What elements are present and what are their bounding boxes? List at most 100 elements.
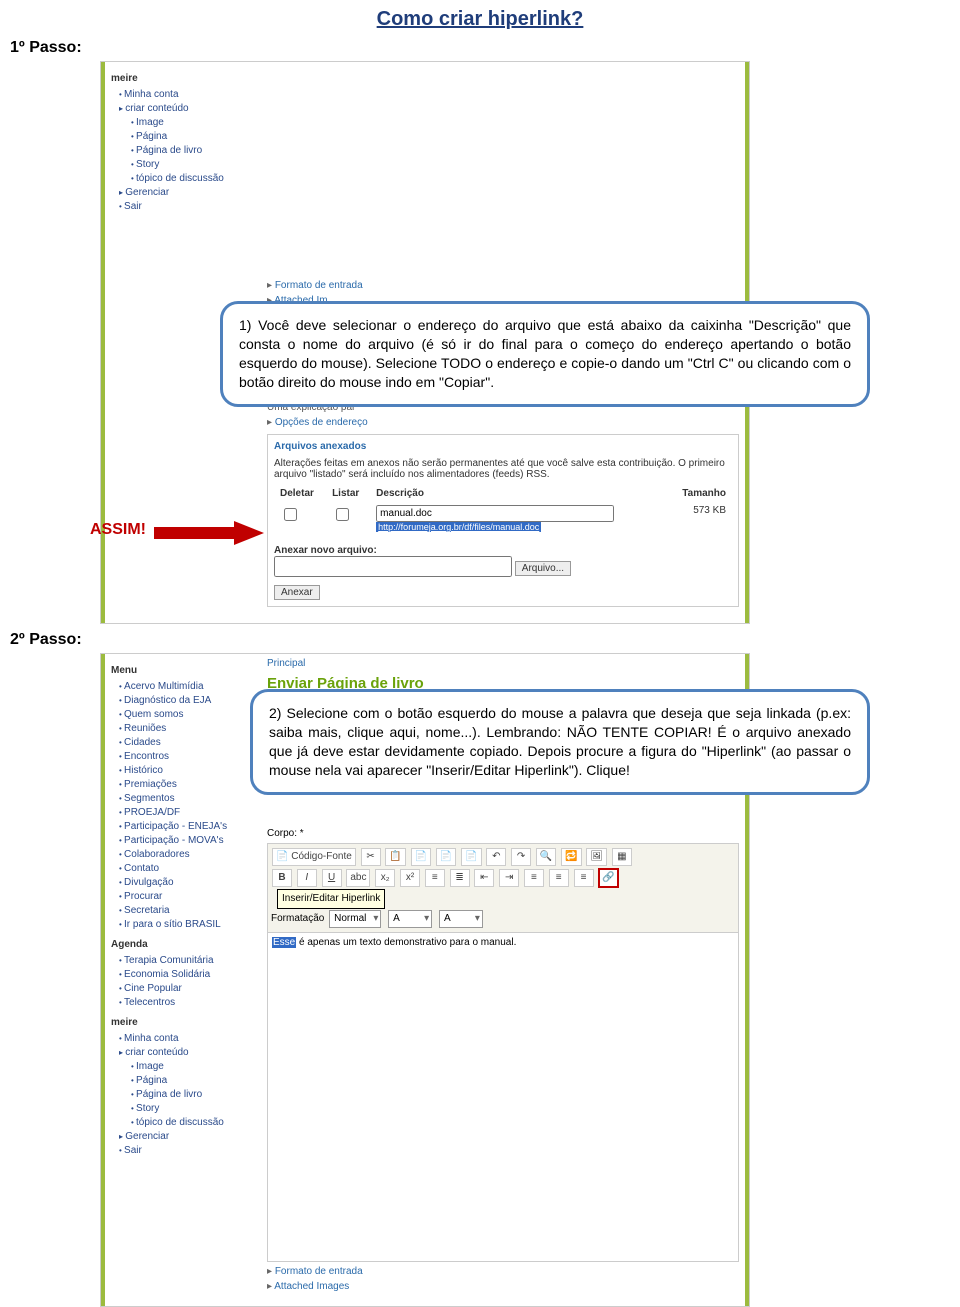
sidebar-item[interactable]: Acervo Multimídia xyxy=(119,680,261,694)
file-url-selected[interactable]: http://forumeja.org.br/df/files/manual.d… xyxy=(376,522,541,532)
sidebar-item[interactable]: Gerenciar xyxy=(119,186,261,200)
paste-icon[interactable]: 📄 xyxy=(411,848,431,866)
browse-button[interactable]: Arquivo... xyxy=(515,561,571,576)
sidebar-item[interactable]: Secretaria xyxy=(119,904,261,918)
list-checkbox[interactable] xyxy=(336,508,349,521)
th-desc: Descrição xyxy=(372,486,666,501)
sidebar-item[interactable]: Gerenciar xyxy=(119,1130,261,1144)
bold-icon[interactable]: B xyxy=(272,869,292,887)
sidebar-item[interactable]: Quem somos xyxy=(119,708,261,722)
sidebar-item[interactable]: tópico de discussão xyxy=(119,172,261,186)
indent-icon[interactable]: ⇥ xyxy=(499,869,519,887)
breadcrumb[interactable]: Principal xyxy=(267,658,739,669)
file-size: 573 KB xyxy=(668,503,730,535)
table-row: http://forumeja.org.br/df/files/manual.d… xyxy=(276,503,730,535)
sidebar-item[interactable]: Página xyxy=(119,1074,261,1088)
sidebar-item[interactable]: Image xyxy=(119,116,261,130)
sidebar-user: meire xyxy=(111,1016,261,1030)
sidebar-item[interactable]: Participação - ENEJA's xyxy=(119,820,261,834)
sidebar-item[interactable]: Página xyxy=(119,130,261,144)
step1-screenshot: meire Minha conta criar conteúdo Image P… xyxy=(100,61,750,621)
bg-color-select[interactable]: A xyxy=(439,910,483,928)
align-center-icon[interactable]: ≡ xyxy=(549,869,569,887)
redo-icon[interactable]: ↷ xyxy=(511,848,531,866)
sidebar-item[interactable]: Story xyxy=(119,1102,261,1116)
page-title: Como criar hiperlink? xyxy=(0,0,960,31)
desc-input[interactable] xyxy=(376,505,614,522)
cut-icon[interactable]: ✂ xyxy=(361,848,381,866)
delete-checkbox[interactable] xyxy=(284,508,297,521)
red-arrow-icon xyxy=(154,521,264,545)
sidebar-item[interactable]: criar conteúdo xyxy=(119,1046,261,1060)
sidebar-item[interactable]: Sair xyxy=(119,1144,261,1158)
sidebar-item[interactable]: Sair xyxy=(119,200,261,214)
editor-toolbar: 📄 Código-Fonte ✂ 📋 📄 📄 📄 ↶ ↷ 🔍 🔁 🖼 ▦ xyxy=(267,843,739,933)
italic-icon[interactable]: I xyxy=(297,869,317,887)
ul-icon[interactable]: ≣ xyxy=(450,869,470,887)
collapse-formato2[interactable]: Formato de entrada xyxy=(267,1266,739,1277)
th-listar: Listar xyxy=(328,486,370,501)
step1-callout: 1) Você deve selecionar o endereço do ar… xyxy=(220,301,870,407)
sidebar-item[interactable]: Encontros xyxy=(119,750,261,764)
anexar-button[interactable]: Anexar xyxy=(274,585,320,600)
collapse-formato[interactable]: Formato de entrada xyxy=(267,280,739,291)
sidebar-item[interactable]: Cidades xyxy=(119,736,261,750)
editor-text: é apenas um texto demonstrativo para o m… xyxy=(296,937,516,948)
sidebar-item[interactable]: Telecentros xyxy=(119,996,261,1010)
font-color-select[interactable]: A xyxy=(388,910,432,928)
sidebar-item[interactable]: Colaboradores xyxy=(119,848,261,862)
step2-label: 2º Passo: xyxy=(10,631,960,649)
source-button[interactable]: 📄 Código-Fonte xyxy=(272,848,356,866)
anexados-fieldset: Arquivos anexados Alterações feitas em a… xyxy=(267,434,739,607)
sidebar-item[interactable]: Procurar xyxy=(119,890,261,904)
sidebar-item[interactable]: tópico de discussão xyxy=(119,1116,261,1130)
strike-icon[interactable]: abc xyxy=(346,869,370,887)
agenda-title: Agenda xyxy=(111,938,261,952)
find-icon[interactable]: 🔍 xyxy=(536,848,556,866)
sidebar-item[interactable]: Economia Solidária xyxy=(119,968,261,982)
outdent-icon[interactable]: ⇤ xyxy=(474,869,494,887)
image-icon[interactable]: 🖼 xyxy=(586,848,607,866)
sup-icon[interactable]: x² xyxy=(400,869,420,887)
ol-icon[interactable]: ≡ xyxy=(425,869,445,887)
corpo-label: Corpo: * xyxy=(267,828,739,839)
sidebar-item[interactable]: Participação - MOVA's xyxy=(119,834,261,848)
sidebar-item[interactable]: Segmentos xyxy=(119,792,261,806)
undo-icon[interactable]: ↶ xyxy=(486,848,506,866)
align-right-icon[interactable]: ≡ xyxy=(574,869,594,887)
sidebar-item[interactable]: Página de livro xyxy=(119,144,261,158)
step1-label: 1º Passo: xyxy=(10,39,960,57)
format-select[interactable]: Normal xyxy=(329,910,381,928)
sidebar-item[interactable]: Premiações xyxy=(119,778,261,792)
replace-icon[interactable]: 🔁 xyxy=(561,848,581,866)
align-left-icon[interactable]: ≡ xyxy=(524,869,544,887)
anexar-label: Anexar novo arquivo: xyxy=(274,545,377,556)
step2-callout: 2) Selecione com o botão esquerdo do mou… xyxy=(250,689,870,795)
sidebar-item[interactable]: Story xyxy=(119,158,261,172)
sidebar-item[interactable]: criar conteúdo xyxy=(119,102,261,116)
table-icon[interactable]: ▦ xyxy=(612,848,632,866)
sidebar-item[interactable]: PROEJA/DF xyxy=(119,806,261,820)
sidebar-item[interactable]: Image xyxy=(119,1060,261,1074)
sidebar-item[interactable]: Reuniões xyxy=(119,722,261,736)
collapse-opcoes[interactable]: Opções de endereço xyxy=(267,417,739,428)
sidebar-item[interactable]: Contato xyxy=(119,862,261,876)
sidebar-item[interactable]: Página de livro xyxy=(119,1088,261,1102)
paste-text-icon[interactable]: 📄 xyxy=(436,848,456,866)
editor-body[interactable]: Esse é apenas um texto demonstrativo par… xyxy=(267,933,739,1262)
sidebar-item[interactable]: Terapia Comunitária xyxy=(119,954,261,968)
copy-icon[interactable]: 📋 xyxy=(385,848,405,866)
sidebar-item[interactable]: Minha conta xyxy=(119,88,261,102)
sidebar-item[interactable]: Cine Popular xyxy=(119,982,261,996)
sidebar-item[interactable]: Histórico xyxy=(119,764,261,778)
sub-icon[interactable]: x₂ xyxy=(375,869,395,887)
hyperlink-icon[interactable]: 🔗 xyxy=(598,868,618,888)
sidebar-item[interactable]: Minha conta xyxy=(119,1032,261,1046)
file-path-input[interactable] xyxy=(274,556,512,577)
step2-screenshot: Menu Acervo Multimídia Diagnóstico da EJ… xyxy=(100,653,750,1273)
paste-word-icon[interactable]: 📄 xyxy=(461,848,481,866)
sidebar-item[interactable]: Divulgação xyxy=(119,876,261,890)
sidebar-item[interactable]: Diagnóstico da EJA xyxy=(119,694,261,708)
underline-icon[interactable]: U xyxy=(322,869,342,887)
sidebar-item[interactable]: Ir para o sítio BRASIL xyxy=(119,918,261,932)
